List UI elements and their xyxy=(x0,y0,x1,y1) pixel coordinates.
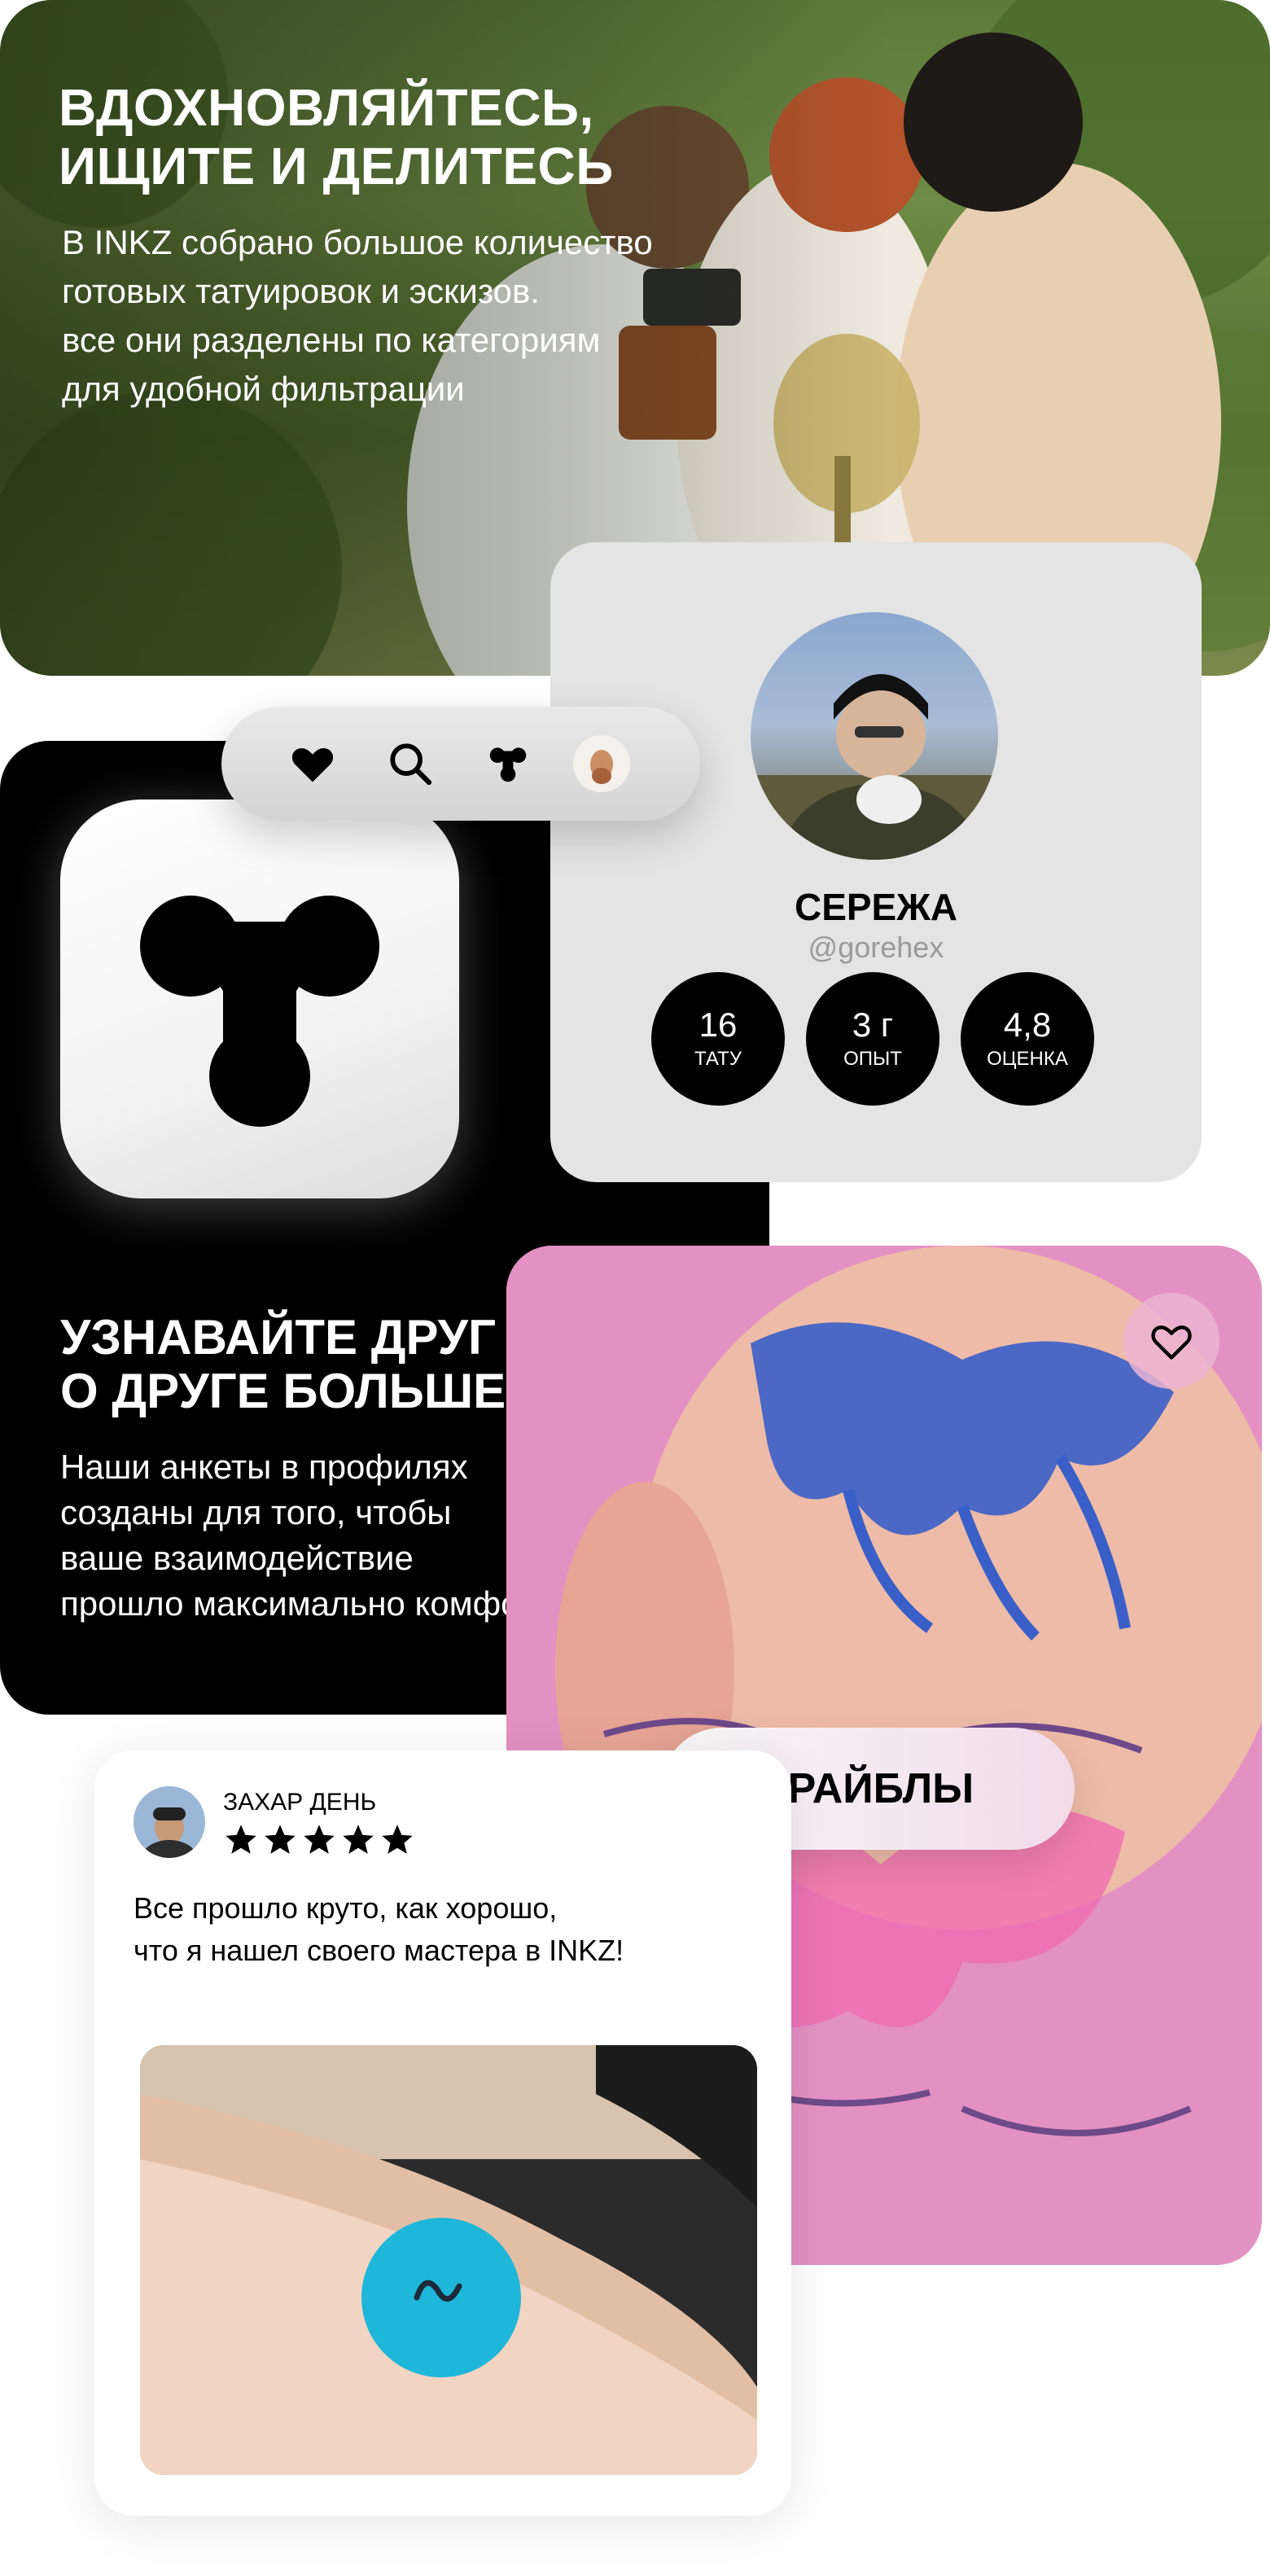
hero-title: ВДОХНОВЛЯЙТЕСЬ, ИЩИТЕ И ДЕЛИТЕСЬ xyxy=(59,78,614,195)
nav-home-button[interactable] xyxy=(475,731,541,796)
favorite-button[interactable] xyxy=(1123,1293,1220,1389)
stat-value: 4,8 xyxy=(1003,1005,1052,1044)
inkz-logo-icon xyxy=(140,896,379,1127)
bottom-nav-pill xyxy=(221,707,700,821)
stat-value: 16 xyxy=(698,1005,738,1044)
stat-rating: 4,8 ОЦЕНКА xyxy=(961,972,1094,1106)
stat-tattoos: 16 ТАТУ xyxy=(651,972,785,1106)
search-icon xyxy=(390,743,432,786)
star-icon xyxy=(382,1825,413,1854)
app-icon xyxy=(60,800,459,1198)
heart-outline-icon xyxy=(1151,1325,1192,1360)
profile-name: СЕРЕЖА xyxy=(794,886,958,928)
inkz-logo-icon xyxy=(489,747,527,782)
stat-label: ОЦЕНКА xyxy=(987,1048,1068,1070)
profile-handle: @gorehex xyxy=(808,931,944,964)
review-tattoo-photo xyxy=(140,2045,757,2475)
stat-value: 3 г xyxy=(852,1005,894,1044)
nav-favorites-button[interactable] xyxy=(280,731,345,796)
user-avatar xyxy=(573,735,630,792)
star-icon xyxy=(343,1825,374,1854)
nav-profile-avatar[interactable] xyxy=(573,735,630,792)
profile-avatar xyxy=(751,612,998,860)
star-icon xyxy=(265,1825,296,1854)
star-icon xyxy=(226,1825,256,1854)
review-text: Все прошло круто, как хорошо, что я наше… xyxy=(134,1891,624,1967)
review-photo[interactable] xyxy=(140,2045,757,2475)
star-icon xyxy=(304,1825,335,1854)
nav-search-button[interactable] xyxy=(378,731,443,796)
stat-experience: 3 г ОПЫТ xyxy=(806,972,939,1106)
stat-label: ТАТУ xyxy=(694,1048,742,1070)
hero-description: В INKZ собрано большое количество готовы… xyxy=(62,223,653,408)
stat-label: ОПЫТ xyxy=(843,1048,902,1070)
review-rating xyxy=(223,1822,415,1858)
heart-icon xyxy=(291,747,334,782)
reviewer-avatar xyxy=(134,1786,205,1858)
reviewer-name: ЗАХАР ДЕНЬ xyxy=(223,1789,377,1816)
